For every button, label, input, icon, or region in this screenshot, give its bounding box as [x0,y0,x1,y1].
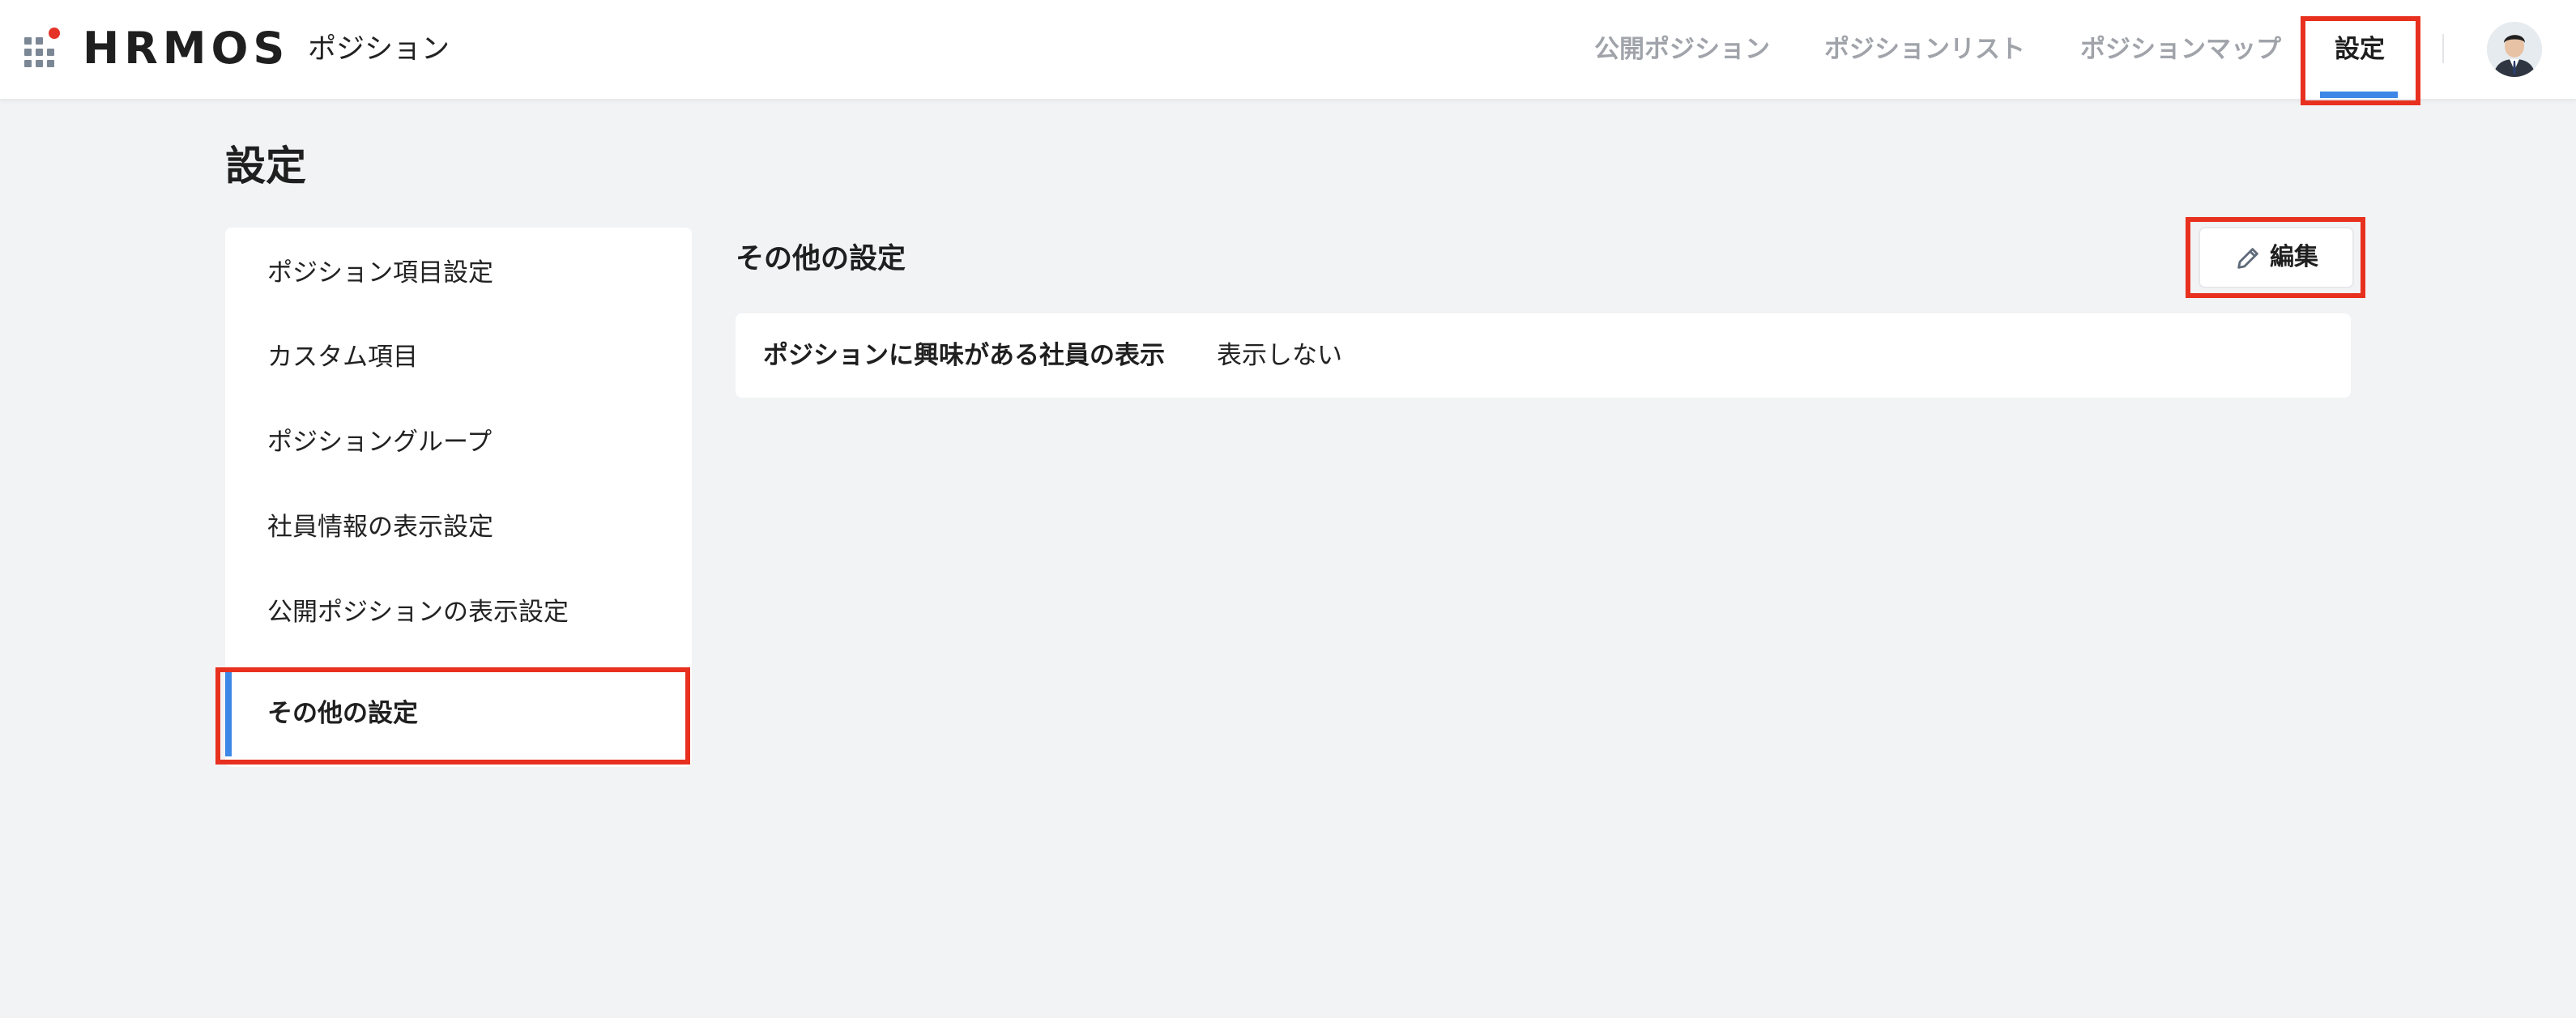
setting-value: 表示しない [1217,341,1342,370]
sidebar-item-employee-display[interactable]: 社員情報の表示設定 [225,485,692,570]
sidebar-item-label: ポジション項目設定 [267,258,493,288]
notification-dot-icon [49,28,60,39]
sidebar-item-label: 社員情報の表示設定 [267,513,493,542]
sidebar-item-public-position-display[interactable]: 公開ポジションの表示設定 [225,570,692,655]
sidebar-item-position-groups[interactable]: ポジショングループ [225,400,692,485]
highlight-box-other-settings [215,667,690,765]
sidebar-item-label: ポジショングループ [267,428,493,457]
hrmos-logo[interactable]: HRMOS [83,24,289,73]
page-title: 設定 [225,143,306,190]
setting-key: ポジションに興味がある社員の表示 [763,341,1165,370]
nav-divider [2442,34,2444,63]
highlight-box-settings-tab [2301,16,2420,105]
sidebar-item-label: 公開ポジションの表示設定 [267,598,569,627]
app-launcher-grid-icon[interactable] [24,28,60,67]
top-header: HRMOS ポジション 公開ポジション ポジションリスト ポジションマップ 設定 [0,0,2576,100]
sidebar-item-label: カスタム項目 [267,343,418,372]
highlight-box-edit-button [2186,217,2365,298]
user-avatar[interactable] [2487,22,2542,77]
sidebar-item-custom-fields[interactable]: カスタム項目 [225,315,692,400]
product-name: ポジション [308,33,450,66]
section-title: その他の設定 [736,243,906,275]
nav-position-map[interactable]: ポジションマップ [2080,0,2281,99]
nav-public-positions[interactable]: 公開ポジション [1594,0,1770,99]
nav-position-list[interactable]: ポジションリスト [1824,0,2025,99]
setting-row: ポジションに興味がある社員の表示 表示しない [736,313,2351,398]
sidebar-item-position-fields[interactable]: ポジション項目設定 [225,231,692,316]
person-icon [2487,22,2542,77]
